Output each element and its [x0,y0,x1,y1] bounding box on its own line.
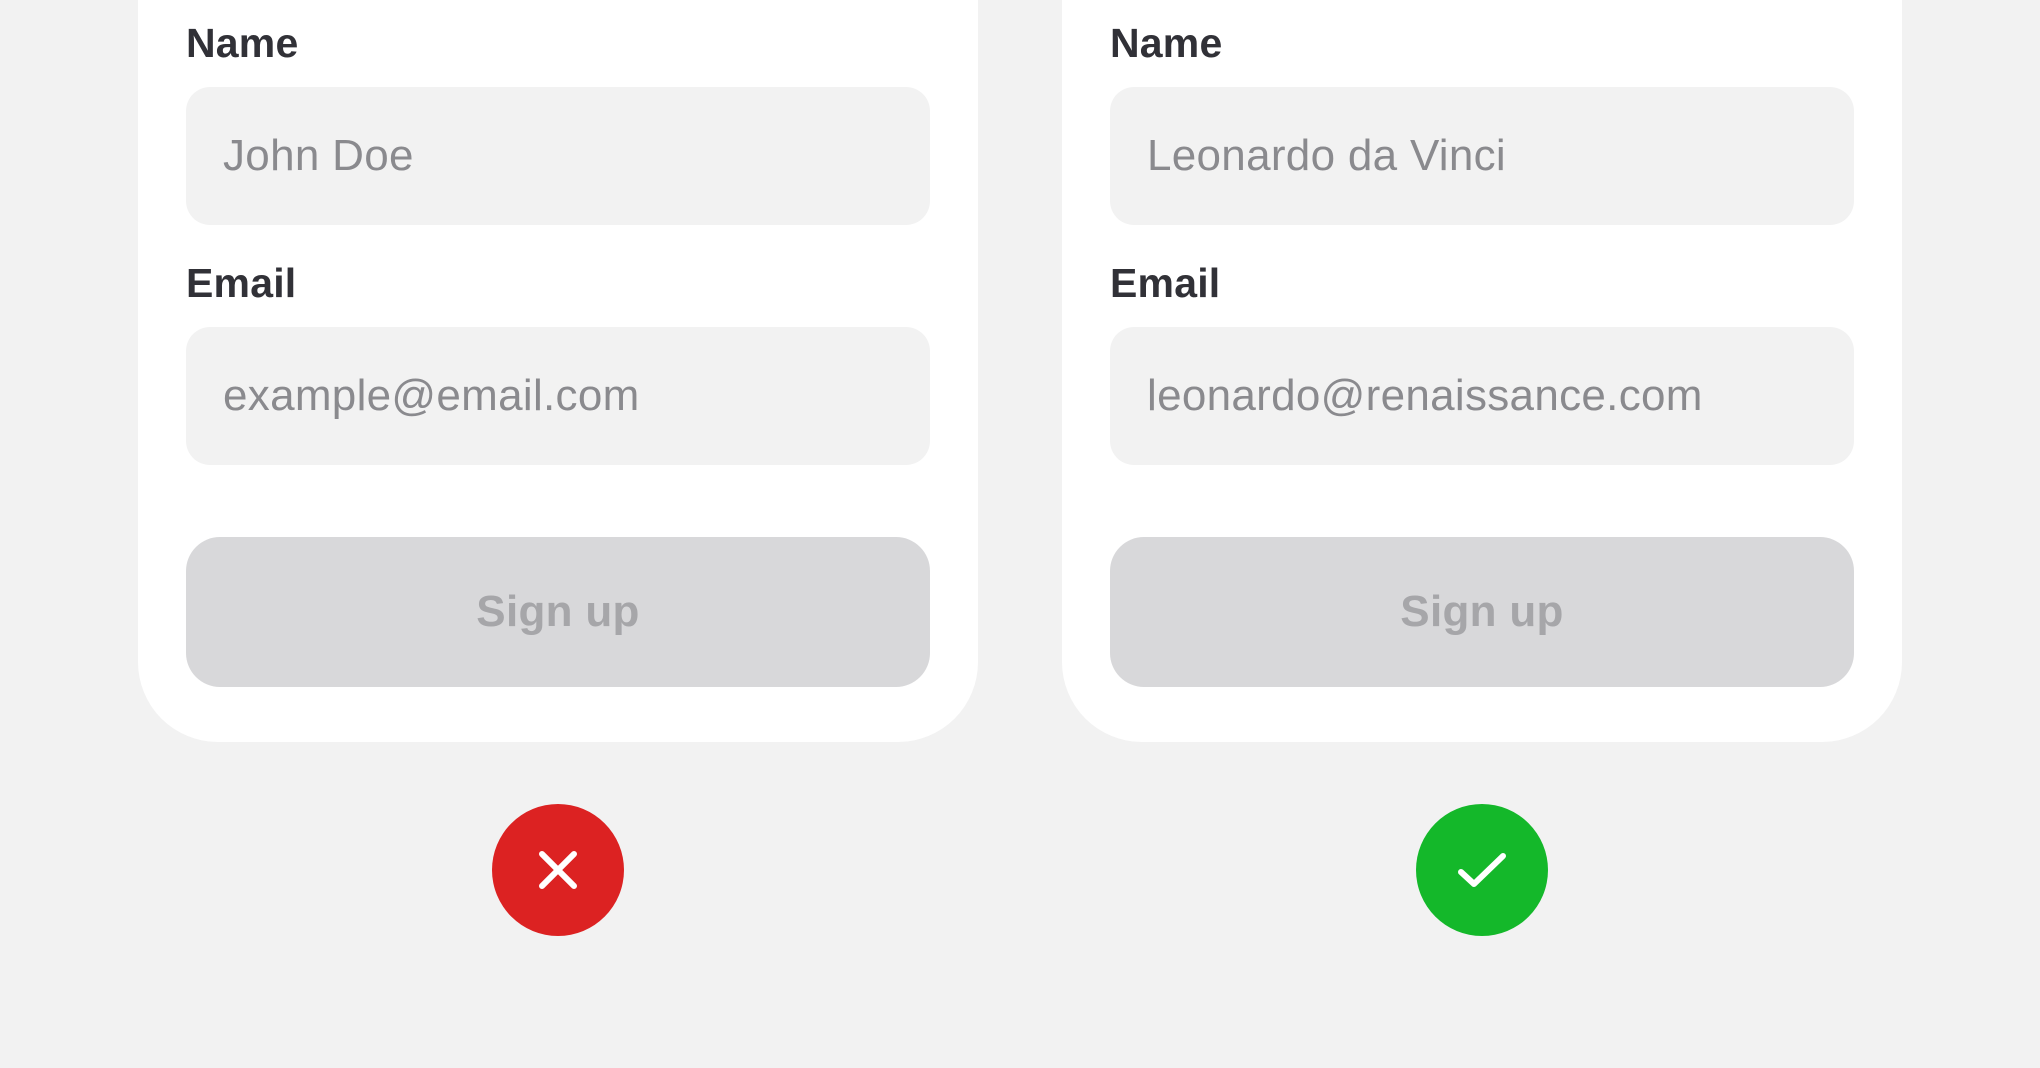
name-input-placeholder: John Doe [223,131,414,180]
sign-up-button-label: Sign up [476,587,640,636]
close-icon [539,851,577,889]
email-input[interactable]: example@email.com [186,327,930,465]
email-input-placeholder: leonardo@renaissance.com [1147,371,1703,420]
check-icon [1458,853,1506,887]
sign-up-button[interactable]: Sign up [1110,537,1854,687]
name-input[interactable]: John Doe [186,87,930,225]
signup-form-card-bad-example: Name John Doe Email example@email.com Si… [138,0,978,742]
name-input[interactable]: Leonardo da Vinci [1110,87,1854,225]
sign-up-button[interactable]: Sign up [186,537,930,687]
signup-form-card-good-example: Name Leonardo da Vinci Email leonardo@re… [1062,0,1902,742]
comparison-stage: Name John Doe Email example@email.com Si… [0,0,2040,1068]
incorrect-badge [492,804,624,936]
sign-up-button-label: Sign up [1400,587,1564,636]
correct-badge [1416,804,1548,936]
name-label: Name [186,20,299,66]
email-input-placeholder: example@email.com [223,371,640,420]
email-label: Email [1110,260,1221,306]
email-label: Email [186,260,297,306]
name-label: Name [1110,20,1223,66]
email-input[interactable]: leonardo@renaissance.com [1110,327,1854,465]
name-input-placeholder: Leonardo da Vinci [1147,131,1507,180]
